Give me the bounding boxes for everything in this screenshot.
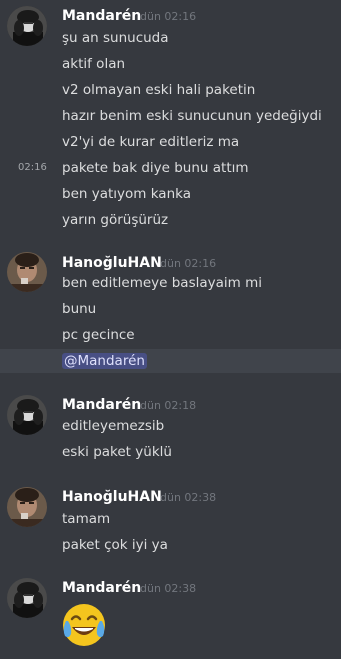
hover-timestamp: 02:16 <box>18 162 47 173</box>
message-text: şu an sunucuda <box>62 30 169 46</box>
message-timestamp: dün 02:38 <box>140 582 197 595</box>
message-text: pakete bak diye bunu attım <box>62 160 249 176</box>
message-text: ben yatıyom kanka <box>62 186 191 202</box>
avatar-mandaren-icon[interactable] <box>7 6 47 46</box>
message-text: bunu <box>62 301 97 317</box>
message-text: tamam <box>62 511 111 527</box>
message-timestamp: dün 02:16 <box>160 257 217 270</box>
message-text: yarın görüşürüz <box>62 212 169 228</box>
username[interactable]: Mandarén <box>62 397 141 413</box>
message-text: aktif olan <box>62 56 126 72</box>
chat-messages: Mandarén dün 02:16 şu an sunucuda aktif … <box>0 0 341 659</box>
message-text: editleyemezsib <box>62 418 165 434</box>
avatar-hanogluhan-icon[interactable] <box>7 487 47 527</box>
message-text: ben editlemeye baslayaim mi <box>62 275 262 291</box>
mention-highlight-row <box>0 349 341 373</box>
message-text: hazır benim eski sunucunun yedeğiydi <box>62 108 322 124</box>
message-text: v2'yi de kurar editleriz ma <box>62 134 240 150</box>
username[interactable]: Mandarén <box>62 580 141 596</box>
message-text: paket çok iyi ya <box>62 537 168 553</box>
avatar-mandaren-icon[interactable] <box>7 578 47 618</box>
message-timestamp: dün 02:38 <box>160 491 217 504</box>
message-text: v2 olmayan eski hali paketin <box>62 82 256 98</box>
avatar-mandaren-icon[interactable] <box>7 395 47 435</box>
face-with-tears-of-joy-icon <box>60 601 108 649</box>
username[interactable]: Mandarén <box>62 8 141 24</box>
message-text: eski paket yüklü <box>62 444 172 460</box>
message-timestamp: dün 02:16 <box>140 10 197 23</box>
avatar-hanogluhan-icon[interactable] <box>7 252 47 292</box>
username[interactable]: HanoğluHAN <box>62 255 162 271</box>
user-mention[interactable]: @Mandarén <box>62 353 147 369</box>
username[interactable]: HanoğluHAN <box>62 489 162 505</box>
message-timestamp: dün 02:18 <box>140 399 197 412</box>
message-text: pc gecince <box>62 327 135 343</box>
